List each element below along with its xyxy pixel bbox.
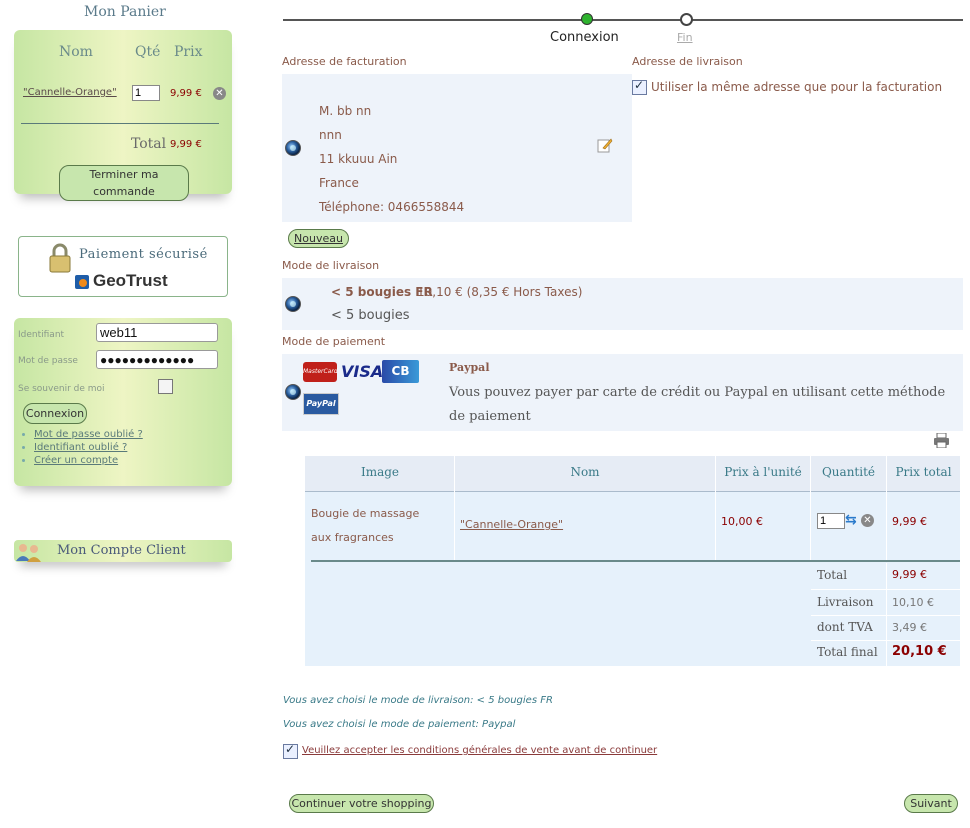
- account-panel[interactable]: Mon Compte Client: [14, 540, 232, 562]
- vat-label: dont TVA: [817, 620, 873, 634]
- geotrust-icon: [75, 275, 89, 289]
- password-label: Mot de passe: [18, 356, 78, 366]
- new-address-button[interactable]: Nouveau: [288, 229, 349, 248]
- payment-summary: Vous avez choisi le mode de paiement: Pa…: [283, 719, 516, 730]
- step-current-dot: [581, 13, 593, 25]
- login-button[interactable]: Connexion: [23, 403, 87, 424]
- row-divider: [715, 491, 716, 561]
- account-title: Mon Compte Client: [57, 543, 186, 558]
- users-icon: [14, 542, 44, 562]
- forgot-id-link[interactable]: Identifiant oublié ?: [34, 442, 127, 453]
- product-image-alt: Bougie de massage aux fragrances: [311, 507, 420, 544]
- remove-item-icon[interactable]: ✕: [861, 514, 874, 527]
- next-button[interactable]: Suivant: [904, 794, 958, 813]
- remember-checkbox[interactable]: [158, 379, 173, 394]
- refresh-icon[interactable]: ⇆: [845, 513, 859, 527]
- payment-radio[interactable]: [285, 384, 301, 400]
- cart-col-name: Nom: [59, 44, 93, 60]
- totals-col-divider: [886, 563, 887, 666]
- step-next-label: Fin: [677, 31, 693, 44]
- shipping-section-title: Adresse de livraison: [632, 55, 743, 68]
- same-address-checkbox[interactable]: [632, 78, 647, 95]
- unit-price: 10,00 €: [721, 515, 763, 528]
- shipping-cost-value: 10,10 €: [892, 596, 934, 609]
- payment-desc: Vous pouvez payer par carte de crédit ou…: [449, 385, 946, 424]
- id-label: Identifiant: [18, 330, 65, 340]
- remember-label: Se souvenir de moi: [18, 384, 105, 394]
- row-divider: [454, 491, 455, 561]
- delivery-price: 10,10 € (8,35 € Hors Taxes): [417, 285, 583, 299]
- row-total: 9,99 €: [892, 515, 927, 528]
- col-header-total: Prix total: [895, 465, 952, 479]
- padlock-icon: [49, 243, 71, 273]
- delivery-radio[interactable]: [285, 296, 301, 312]
- terms-checkbox[interactable]: [283, 742, 298, 759]
- product-name-link[interactable]: "Cannelle-Orange": [460, 518, 563, 531]
- visa-logo: VISA: [341, 362, 384, 381]
- payment-section-title: Mode de paiement: [282, 335, 386, 348]
- same-address-label: Utiliser la même adresse que pour la fac…: [651, 80, 943, 94]
- col-header-image: Image: [360, 465, 400, 479]
- login-links: Mot de passe oublié ? Identifiant oublié…: [20, 428, 143, 467]
- step-next-dot: [680, 13, 693, 26]
- mastercard-logo: MasterCard: [303, 362, 338, 382]
- billing-address-radio[interactable]: [285, 140, 301, 156]
- billing-line-4: France: [319, 176, 359, 190]
- billing-line-1: M. bb nn: [319, 104, 372, 118]
- col-header-unit-price: Prix à l'unité: [724, 465, 802, 479]
- forgot-password-link[interactable]: Mot de passe oublié ?: [34, 429, 143, 440]
- cart-col-qty: Qté: [135, 44, 161, 60]
- row-divider: [810, 491, 811, 561]
- final-total-label: Total final: [817, 645, 878, 659]
- final-total-value: 20,10 €: [892, 644, 947, 659]
- delivery-summary: Vous avez choisi le mode de livraison: <…: [283, 695, 553, 706]
- remove-icon[interactable]: ✕: [213, 87, 226, 100]
- terms-link[interactable]: Veuillez accepter les conditions général…: [302, 745, 657, 756]
- cart-total-label: Total: [131, 136, 167, 152]
- delivery-desc: < 5 bougies: [331, 308, 410, 323]
- delivery-section-title: Mode de livraison: [282, 259, 380, 272]
- step-current-label: Connexion: [550, 30, 619, 45]
- continue-shopping-button[interactable]: Continuer votre shopping: [289, 794, 434, 813]
- cart-col-price: Prix: [174, 44, 203, 60]
- table-separator: [311, 560, 960, 562]
- password-input[interactable]: [96, 350, 218, 369]
- subtotal-value: 9,99 €: [892, 568, 927, 581]
- payment-name: Paypal: [449, 361, 490, 374]
- col-header-qty: Quantité: [821, 465, 876, 479]
- step-line: [283, 19, 963, 21]
- vat-value: 3,49 €: [892, 621, 927, 634]
- secure-payment-badge: Paiement sécurisé GeoTrust: [18, 236, 228, 297]
- cart-item-link[interactable]: "Cannelle-Orange": [23, 87, 117, 98]
- geotrust-logo-text: GeoTrust: [93, 271, 168, 290]
- login-panel: Identifiant Mot de passe Se souvenir de …: [14, 318, 232, 486]
- cb-logo: CB: [382, 360, 419, 383]
- print-icon[interactable]: [933, 432, 950, 449]
- cart-item-price: 9,99 €: [170, 88, 202, 99]
- billing-section-title: Adresse de facturation: [282, 55, 407, 68]
- billing-line-2: nnn: [319, 128, 342, 142]
- cart-qty-input[interactable]: [132, 85, 160, 101]
- edit-address-icon[interactable]: [597, 137, 613, 153]
- subtotal-label: Total: [817, 568, 848, 582]
- shipping-cost-label: Livraison: [817, 595, 874, 609]
- checkout-button[interactable]: Terminer ma commande: [59, 165, 189, 201]
- cart-total-value: 9,99 €: [170, 139, 202, 150]
- row-divider: [886, 491, 887, 561]
- order-qty-input[interactable]: [817, 513, 845, 529]
- billing-line-3: 11 kkuuu Ain: [319, 152, 398, 166]
- secure-payment-label: Paiement sécurisé: [79, 247, 208, 262]
- paypal-logo: PayPal: [303, 393, 339, 415]
- id-input[interactable]: [96, 323, 218, 342]
- create-account-link[interactable]: Créer un compte: [34, 455, 118, 466]
- cart-title: Mon Panier: [84, 4, 166, 20]
- billing-line-5: Téléphone: 0466558844: [319, 200, 465, 214]
- col-header-name: Nom: [570, 465, 600, 479]
- cart-divider: [21, 123, 219, 124]
- cart-panel: Nom Qté Prix "Cannelle-Orange" 9,99 € ✕ …: [14, 30, 232, 201]
